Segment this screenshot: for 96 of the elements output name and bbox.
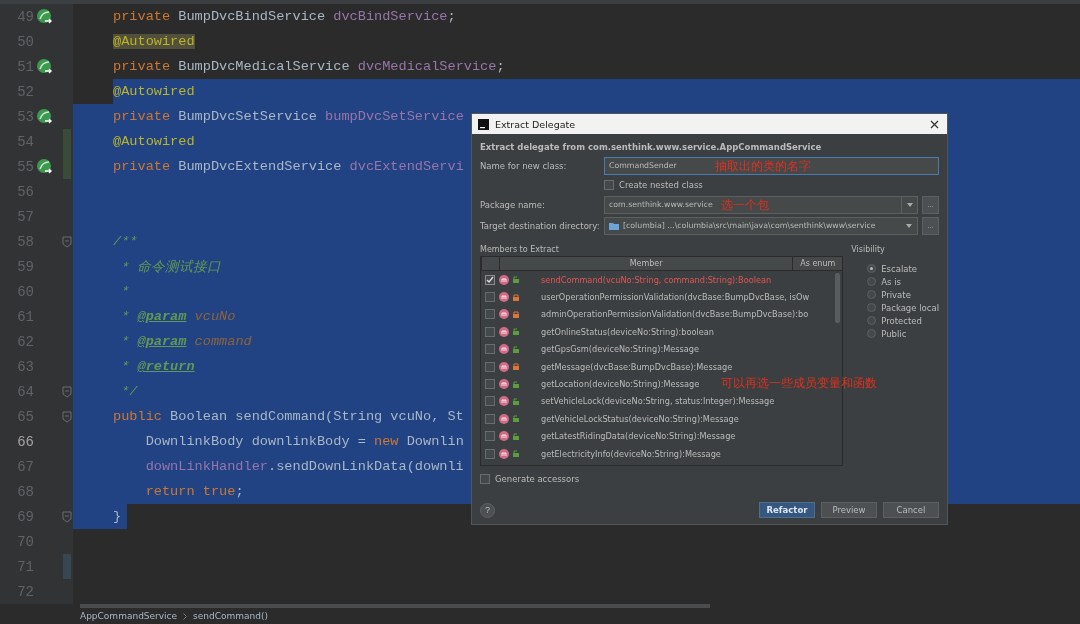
- member-signature: setVehicleLock(deviceNo:String, status:Integer):Message: [541, 396, 775, 407]
- code-line: @Autowired: [113, 134, 195, 149]
- scrollbar[interactable]: [835, 273, 841, 323]
- radio-button[interactable]: [867, 290, 877, 299]
- method-icon: [499, 326, 509, 337]
- code-line: downLinkHandler.sendDownLinkData(downli: [144, 459, 464, 474]
- method-icon: [499, 448, 509, 459]
- checkbox[interactable]: [485, 413, 495, 424]
- checkbox[interactable]: [485, 292, 495, 303]
- column-header[interactable]: As enum: [792, 257, 843, 270]
- member-signature: userOperationPermissionValidation(dvcBase:BumpDvcBase, isOw: [541, 292, 810, 303]
- chevron-icon: [183, 612, 188, 620]
- breadcrumb-item[interactable]: sendCommand(): [193, 611, 269, 621]
- checkbox-label: Generate accessors: [495, 474, 580, 484]
- code-line: *: [120, 284, 130, 299]
- radio-label: Package local: [881, 302, 939, 313]
- code-line: */: [120, 384, 138, 399]
- annotation-note: 抽取出的类的名字: [715, 157, 811, 174]
- checkbox[interactable]: [485, 309, 495, 320]
- fold-icon[interactable]: [62, 510, 72, 523]
- field-label: Target destination directory:: [480, 220, 600, 231]
- code-line: * 命令测试接口: [120, 258, 222, 276]
- line-number: 66: [16, 433, 34, 450]
- dialog-title: Extract Delegate: [495, 118, 577, 130]
- code-line: * @param command: [120, 334, 252, 349]
- annotation-note: 选一个包: [721, 196, 769, 213]
- fold-icon[interactable]: [62, 385, 72, 398]
- checkbox[interactable]: [485, 326, 495, 337]
- checkbox[interactable]: [480, 474, 490, 484]
- section-label: Visibility: [851, 243, 886, 256]
- method-icon: [499, 292, 509, 303]
- breadcrumb-item[interactable]: AppCommandService: [80, 611, 178, 621]
- checkmark-icon: [486, 275, 494, 284]
- radio-label: Public: [881, 328, 907, 339]
- member-signature: getElectricityInfo(deviceNo:String):Message: [541, 448, 721, 459]
- code-line: * @param vcuNo: [120, 309, 236, 324]
- dropdown-arrow-icon: [906, 223, 912, 228]
- dialog-button[interactable]: Preview: [821, 502, 877, 518]
- code-line: /**: [113, 234, 138, 249]
- radio-button[interactable]: [867, 329, 877, 338]
- annotation-note: 可以再选一些成员变量和函数: [721, 375, 877, 392]
- dialog-button[interactable]: Cancel: [883, 502, 939, 518]
- checkbox[interactable]: [485, 448, 495, 459]
- method-icon: [499, 361, 509, 372]
- help-button[interactable]: ?: [480, 502, 495, 518]
- checkbox[interactable]: [485, 344, 495, 355]
- checkbox[interactable]: [485, 431, 495, 442]
- member-signature: getOnlineStatus(deviceNo:String):boolean: [541, 326, 715, 337]
- code-line: @Autowired: [113, 84, 195, 99]
- member-signature: getMessage(dvcBase:BumpDvcBase):Message: [541, 361, 733, 372]
- member-signature: getGpsGsm(deviceNo:String):Message: [541, 344, 700, 355]
- code-line: * @return: [120, 359, 195, 374]
- code-line: }: [113, 509, 122, 524]
- method-icon: [499, 344, 509, 355]
- member-signature: getLocation(deviceNo:String):Message: [541, 379, 700, 390]
- code-line: private BumpDvcSetService bumpDvcSetService: [113, 109, 464, 124]
- radio-button[interactable]: [867, 316, 877, 325]
- column-header[interactable]: Member: [499, 257, 793, 270]
- radio-button[interactable]: [867, 277, 877, 286]
- field-label: Package name:: [480, 199, 546, 210]
- dialog-button[interactable]: Refactor: [759, 502, 815, 518]
- code-line: public Boolean sendCommand(String vcuNo, St: [113, 409, 464, 424]
- checkbox-label: Create nested class: [619, 180, 703, 190]
- checkbox[interactable]: [604, 180, 614, 190]
- app-icon: [478, 118, 489, 130]
- code-line: private BumpDvcBindService dvcBindService;: [113, 9, 456, 24]
- checkbox[interactable]: [485, 396, 495, 407]
- method-icon: [499, 413, 509, 424]
- member-signature: getVehicleLockStatus(deviceNo:String):Message: [541, 413, 739, 424]
- dropdown-arrow-icon: [906, 202, 913, 207]
- checkbox[interactable]: [485, 379, 495, 390]
- method-icon: [499, 379, 509, 390]
- radio-label: As is: [881, 276, 901, 287]
- method-icon: [499, 431, 509, 442]
- radio-label: Escalate: [881, 263, 918, 274]
- checkbox[interactable]: [485, 361, 495, 372]
- code-line: private BumpDvcMedicalService dvcMedicalService;: [113, 59, 505, 74]
- method-icon: [499, 396, 509, 407]
- code-line: DownlinkBody downlinkBody = new Downlin: [144, 434, 464, 449]
- radio-label: Private: [881, 289, 911, 300]
- section-label: Members to Extract: [480, 243, 560, 256]
- radio-button[interactable]: [867, 264, 877, 273]
- code-line: private BumpDvcExtendService dvcExtendServi: [113, 159, 464, 174]
- checkbox[interactable]: [485, 274, 495, 285]
- member-signature: adminOperationPermissionValidation(dvcBase:BumpDvcBase):bo: [541, 309, 809, 320]
- dialog-heading: Extract delegate from com.senthink.www.service.AppCommandService: [480, 141, 823, 154]
- field-label: Name for new class:: [480, 160, 568, 171]
- code-line: return true;: [144, 484, 244, 499]
- fold-icon[interactable]: [62, 235, 72, 248]
- method-icon: [499, 309, 509, 320]
- method-icon: [499, 274, 509, 285]
- fold-icon[interactable]: [62, 410, 72, 423]
- member-signature: sendCommand(vcuNo:String, command:String):Boolean: [541, 274, 772, 285]
- radio-label: Protected: [881, 315, 922, 326]
- radio-button[interactable]: [867, 303, 877, 312]
- member-signature: getLatestRidingData(deviceNo:String):Message: [541, 431, 736, 442]
